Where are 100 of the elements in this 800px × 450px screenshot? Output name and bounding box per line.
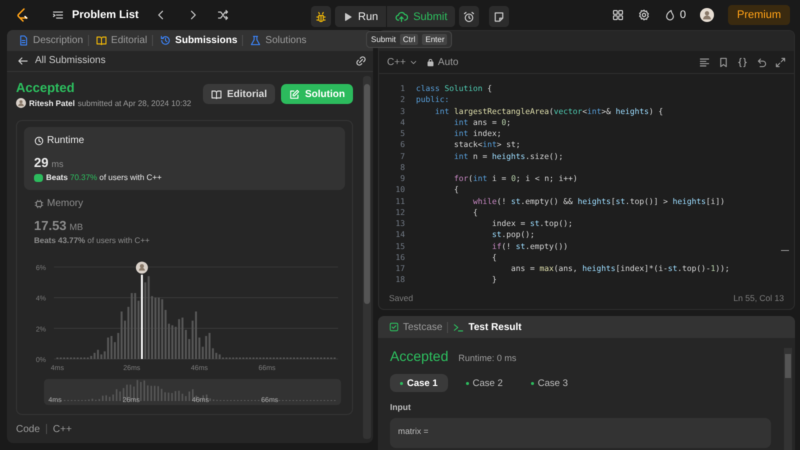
notes-button[interactable]: [489, 6, 510, 27]
run-button[interactable]: Run: [335, 6, 386, 27]
braces-icon[interactable]: [737, 56, 748, 68]
shuffle-icon[interactable]: [216, 9, 229, 21]
timer-button[interactable]: [459, 6, 480, 27]
histogram-bar[interactable]: [208, 332, 211, 359]
flask-icon: [250, 34, 262, 46]
avatar-icon: [16, 98, 26, 108]
histogram-bar[interactable]: [158, 298, 160, 359]
terminal-icon: [453, 322, 464, 332]
save-status: Saved: [389, 293, 414, 303]
histogram-bar[interactable]: [96, 350, 99, 359]
link-icon[interactable]: [355, 54, 367, 67]
back-arrow-icon[interactable]: [17, 54, 29, 67]
histogram-bar[interactable]: [188, 339, 190, 359]
play-icon: [343, 12, 353, 22]
case-tab[interactable]: Case 2: [456, 374, 513, 392]
panel-tab[interactable]: Solutions: [245, 34, 312, 46]
histogram-bar[interactable]: [110, 336, 112, 359]
language-dropdown[interactable]: C++: [387, 56, 418, 68]
user-name[interactable]: Ritesh Patel: [29, 98, 75, 108]
histogram-bar[interactable]: [215, 352, 218, 359]
histogram-bar[interactable]: [161, 299, 164, 359]
histogram-bar[interactable]: [168, 324, 170, 359]
metric-title: Runtime: [47, 135, 84, 146]
result-status: Accepted: [390, 348, 448, 364]
console-tab[interactable]: Testcase: [384, 322, 448, 332]
histogram-bar[interactable]: [120, 311, 123, 359]
histogram-bar[interactable]: [174, 326, 177, 359]
metric-value: 17.53: [34, 218, 67, 233]
code-language: C++: [52, 424, 72, 434]
history-icon: [160, 34, 172, 46]
panel-tab[interactable]: Submissions: [155, 34, 244, 46]
histogram-bar[interactable]: [171, 325, 174, 359]
histogram-bar[interactable]: [212, 348, 214, 359]
histogram-bar[interactable]: [90, 356, 92, 359]
histogram-bar[interactable]: [154, 298, 156, 359]
beats-text: Beats 70.37% of users with C++: [46, 173, 162, 182]
note-icon: [493, 10, 506, 22]
format-icon[interactable]: [699, 56, 710, 68]
grid-icon[interactable]: [612, 9, 624, 21]
metric-panel[interactable]: Memory 17.53 MB Beats 43.77% of users with C++: [24, 190, 345, 253]
histogram-bar[interactable]: [107, 338, 110, 359]
key-cap: Enter: [422, 34, 448, 45]
input-value: matrix =: [398, 426, 428, 436]
metric-title: Memory: [47, 198, 84, 209]
avatar-marker-icon: [136, 262, 148, 274]
case-tab[interactable]: Case 1: [390, 374, 448, 392]
premium-button[interactable]: Premium: [728, 5, 790, 25]
submit-button[interactable]: Submit: [387, 6, 456, 27]
histogram-bar[interactable]: [184, 330, 187, 359]
histogram-bar[interactable]: [181, 318, 184, 359]
settings-icon[interactable]: [638, 9, 650, 21]
histogram-bar[interactable]: [198, 338, 200, 359]
document-icon: [18, 34, 29, 46]
histogram-bar[interactable]: [114, 342, 116, 359]
histogram-bar[interactable]: [218, 354, 221, 359]
metric-unit: ms: [51, 159, 64, 169]
histogram-bar[interactable]: [164, 310, 167, 359]
console-tab[interactable]: Test Result: [448, 322, 527, 332]
histogram-bar[interactable]: [205, 336, 208, 359]
book-icon: [210, 88, 222, 100]
editorial-button[interactable]: Editorial: [202, 84, 275, 104]
all-submissions-link[interactable]: All Submissions: [35, 55, 106, 66]
scrollbar-thumb[interactable]: [364, 84, 370, 304]
histogram-bar[interactable]: [100, 354, 102, 359]
problem-list-link[interactable]: Problem List: [72, 9, 139, 21]
code-label: Code: [16, 424, 40, 434]
checkbox-icon: [389, 322, 399, 332]
avatar-icon[interactable]: [700, 8, 714, 22]
edit-icon: [289, 88, 300, 100]
histogram-bar[interactable]: [148, 276, 150, 359]
histogram-bar[interactable]: [94, 352, 96, 359]
list-icon[interactable]: [52, 9, 64, 21]
tooltip-label: Submit: [371, 35, 396, 44]
metric-value: 29: [34, 155, 48, 170]
case-tab[interactable]: Case 3: [520, 374, 578, 392]
metric-panel[interactable]: Runtime 29 ms Beats 70.37% of users with C++: [24, 127, 345, 190]
histogram-bar[interactable]: [117, 332, 120, 359]
histogram-bar[interactable]: [178, 319, 180, 359]
alarm-clock-icon: [463, 10, 476, 22]
scrollbar-thumb[interactable]: [785, 354, 791, 378]
highlighted-bar[interactable]: [140, 274, 143, 359]
panel-tab[interactable]: Editorial: [91, 34, 154, 46]
auto-mode-label[interactable]: Auto: [438, 56, 458, 68]
histogram-bar[interactable]: [202, 346, 204, 359]
histogram-bar[interactable]: [192, 320, 194, 359]
undo-icon[interactable]: [756, 56, 767, 68]
scrollbar[interactable]: [784, 348, 792, 450]
key-cap: Ctrl: [400, 34, 418, 45]
panel-tab[interactable]: Description: [13, 34, 90, 46]
histogram-bar[interactable]: [104, 351, 106, 359]
debug-button[interactable]: [311, 6, 331, 27]
lock-icon: [426, 58, 435, 66]
expand-icon[interactable]: [775, 56, 786, 68]
histogram-bar[interactable]: [151, 296, 154, 359]
bookmark-icon[interactable]: [718, 56, 729, 68]
histogram-bar[interactable]: [127, 306, 130, 359]
histogram-bar[interactable]: [130, 293, 133, 359]
scrollbar[interactable]: [363, 76, 371, 439]
